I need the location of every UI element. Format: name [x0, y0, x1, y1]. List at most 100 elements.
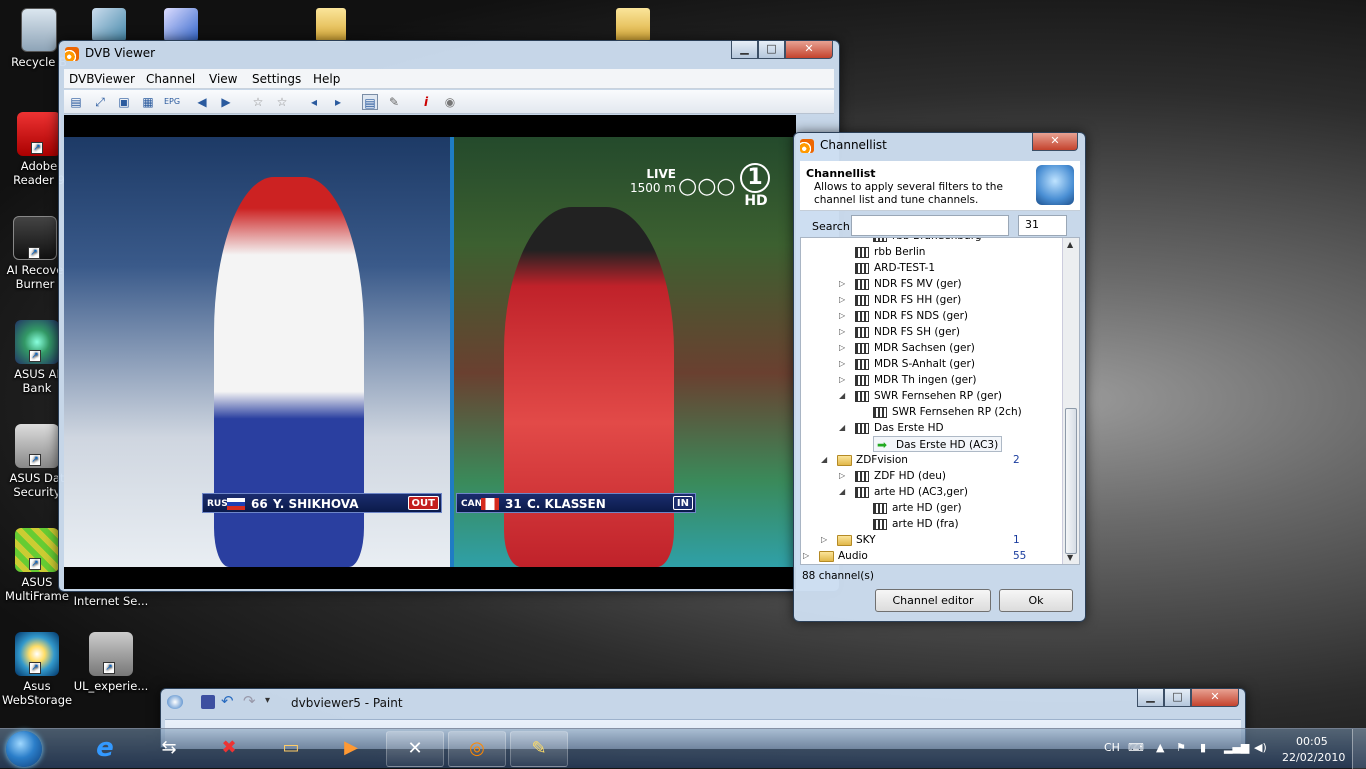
- tree-channel[interactable]: ▷ NDR FS SH (ger): [839, 324, 960, 340]
- epg-icon[interactable]: EPG: [164, 94, 180, 110]
- recorder-icon[interactable]: ▦: [140, 94, 156, 110]
- expand-icon[interactable]: ▷: [839, 340, 845, 356]
- taskbar-ie-icon[interactable]: e: [76, 731, 134, 767]
- channellist-titlebar[interactable]: Channellist ✕: [794, 133, 1085, 157]
- desktop-icon-ul-experience[interactable]: ↗ UL_experie...: [72, 632, 150, 693]
- desktop-folder-icon[interactable]: [316, 8, 346, 42]
- close-button[interactable]: ✕: [1191, 689, 1239, 707]
- scroll-down-icon[interactable]: ▼: [1067, 553, 1073, 562]
- favorite-icon[interactable]: ☆: [250, 94, 266, 110]
- maximize-button[interactable]: □: [1164, 689, 1191, 707]
- tree-channel[interactable]: ▷ MDR S-Anhalt (ger): [839, 356, 975, 372]
- tree-channel[interactable]: ▷ MDR Th ingen (ger): [839, 372, 977, 388]
- close-button[interactable]: ✕: [1032, 133, 1078, 151]
- desktop-icon-internet-security[interactable]: Internet Se...: [72, 594, 150, 608]
- tree-channel[interactable]: ◢ arte HD (AC3,ger): [839, 484, 968, 500]
- tree-channel[interactable]: ARD-TEST-1: [855, 260, 935, 276]
- volume-down-icon[interactable]: ◂: [306, 94, 322, 110]
- channellist-icon[interactable]: ▤: [362, 94, 378, 110]
- expand-icon[interactable]: ▷: [839, 468, 845, 484]
- taskbar-dvbviewer-icon[interactable]: ◎: [448, 731, 506, 767]
- tree-channel[interactable]: ◢ Das Erste HD: [839, 420, 944, 436]
- tray-flag-icon[interactable]: ⚑: [1176, 741, 1186, 754]
- settings-wrench-icon[interactable]: ✎: [386, 94, 402, 110]
- scroll-up-icon[interactable]: ▲: [1067, 240, 1073, 249]
- tree-channel[interactable]: ▷ MDR Sachsen (ger): [839, 340, 975, 356]
- record-icon[interactable]: ◉: [442, 94, 458, 110]
- taskbar-messenger-icon[interactable]: ✕: [386, 731, 444, 767]
- tree-scrollbar[interactable]: ▲ ▼: [1062, 238, 1079, 564]
- expand-icon[interactable]: ▷: [839, 308, 845, 324]
- fullscreen-icon[interactable]: ⤢: [92, 94, 108, 110]
- favorite-add-icon[interactable]: ☆: [274, 94, 290, 110]
- clock-date[interactable]: 22/02/2010: [1282, 751, 1345, 764]
- tray-volume-icon[interactable]: ◀): [1254, 741, 1267, 754]
- maximize-button[interactable]: □: [758, 41, 785, 59]
- menu-settings[interactable]: Settings: [252, 72, 301, 86]
- osd-icon[interactable]: ▤: [68, 94, 84, 110]
- start-button[interactable]: [6, 731, 42, 767]
- channel-tree[interactable]: rbb Brandenburg rbb BerlinARD-TEST-1▷NDR…: [800, 237, 1080, 565]
- desktop-icon-asus-webstorage[interactable]: ↗ Asus WebStorage: [0, 632, 76, 707]
- taskbar-usb-icon[interactable]: ⇆: [140, 731, 198, 767]
- scroll-thumb[interactable]: [1065, 408, 1077, 554]
- expand-icon[interactable]: ▷: [839, 292, 845, 308]
- menu-channel[interactable]: Channel: [146, 72, 195, 86]
- tree-folder[interactable]: ▷ SKY 1: [821, 532, 1020, 548]
- channel-count-input[interactable]: 31: [1018, 215, 1067, 236]
- menu-help[interactable]: Help: [313, 72, 340, 86]
- clock-time[interactable]: 00:05: [1296, 735, 1328, 748]
- video-area[interactable]: LIVE 1500 m ○○○ 1 HD RUS 66 Y. SHIKHOVA …: [64, 115, 796, 589]
- expand-icon[interactable]: ▷: [839, 276, 845, 292]
- expand-icon[interactable]: ▷: [839, 372, 845, 388]
- tree-channel[interactable]: ◢ SWR Fernsehen RP (ger): [839, 388, 1002, 404]
- show-desktop-button[interactable]: [1352, 729, 1366, 769]
- ok-button[interactable]: Ok: [999, 589, 1073, 612]
- tree-channel[interactable]: arte HD (ger): [873, 500, 962, 516]
- desktop-tools-icon[interactable]: [164, 8, 198, 42]
- quick-access-menu-icon[interactable]: ▾: [265, 695, 270, 706]
- menu-dvbviewer[interactable]: DVBViewer: [69, 72, 135, 86]
- menu-view[interactable]: View: [209, 72, 237, 86]
- tray-keyboard-icon[interactable]: ⌨: [1128, 741, 1144, 754]
- taskbar-tool-icon[interactable]: ✖: [200, 731, 258, 767]
- taskbar-paint-icon[interactable]: ✎: [510, 731, 568, 767]
- tree-channel[interactable]: ▷ NDR FS HH (ger): [839, 292, 961, 308]
- tree-folder[interactable]: ◢ ZDFvision 2: [821, 452, 1020, 468]
- tree-channel[interactable]: SWR Fernsehen RP (2ch): [873, 404, 1022, 420]
- tree-folder[interactable]: ▷ Audio 55: [803, 548, 1026, 564]
- save-icon[interactable]: [201, 695, 215, 709]
- close-button[interactable]: ✕: [785, 41, 833, 59]
- info-icon[interactable]: i: [418, 94, 434, 110]
- forward-icon[interactable]: ▶: [218, 94, 234, 110]
- undo-icon[interactable]: ↶: [221, 692, 234, 710]
- channel-editor-button[interactable]: Channel editor: [875, 589, 991, 612]
- taskbar-media-icon[interactable]: ▶: [322, 731, 380, 767]
- language-indicator[interactable]: CH: [1104, 741, 1120, 754]
- expand-icon[interactable]: ▷: [803, 548, 809, 564]
- collapse-icon[interactable]: ◢: [839, 388, 845, 404]
- dvb-viewer-titlebar[interactable]: DVB Viewer ▁ □ ✕: [59, 41, 839, 65]
- tray-expand-icon[interactable]: ▲: [1156, 741, 1164, 754]
- search-input[interactable]: [851, 215, 1009, 236]
- tree-channel[interactable]: ▷ ZDF HD (deu): [839, 468, 946, 484]
- taskbar-explorer-icon[interactable]: ▭: [262, 731, 320, 767]
- expand-icon[interactable]: ▷: [839, 324, 845, 340]
- tray-device-icon[interactable]: ▮: [1200, 741, 1206, 754]
- collapse-icon[interactable]: ◢: [839, 420, 845, 436]
- collapse-icon[interactable]: ◢: [821, 452, 827, 468]
- expand-icon[interactable]: ▷: [821, 532, 827, 548]
- desktop-photo-icon[interactable]: [92, 8, 126, 42]
- teletext-icon[interactable]: ▣: [116, 94, 132, 110]
- tree-channel[interactable]: ▷ NDR FS NDS (ger): [839, 308, 968, 324]
- minimize-button[interactable]: ▁: [1137, 689, 1164, 707]
- minimize-button[interactable]: ▁: [731, 41, 758, 59]
- expand-icon[interactable]: ▷: [839, 356, 845, 372]
- collapse-icon[interactable]: ◢: [839, 484, 845, 500]
- desktop-folder-icon[interactable]: [616, 8, 650, 42]
- back-icon[interactable]: ◀: [194, 94, 210, 110]
- volume-up-icon[interactable]: ▸: [330, 94, 346, 110]
- tree-channel[interactable]: rbb Berlin: [855, 244, 925, 260]
- tree-channel[interactable]: ➡ Das Erste HD (AC3): [873, 436, 1003, 452]
- tree-channel[interactable]: ▷ NDR FS MV (ger): [839, 276, 962, 292]
